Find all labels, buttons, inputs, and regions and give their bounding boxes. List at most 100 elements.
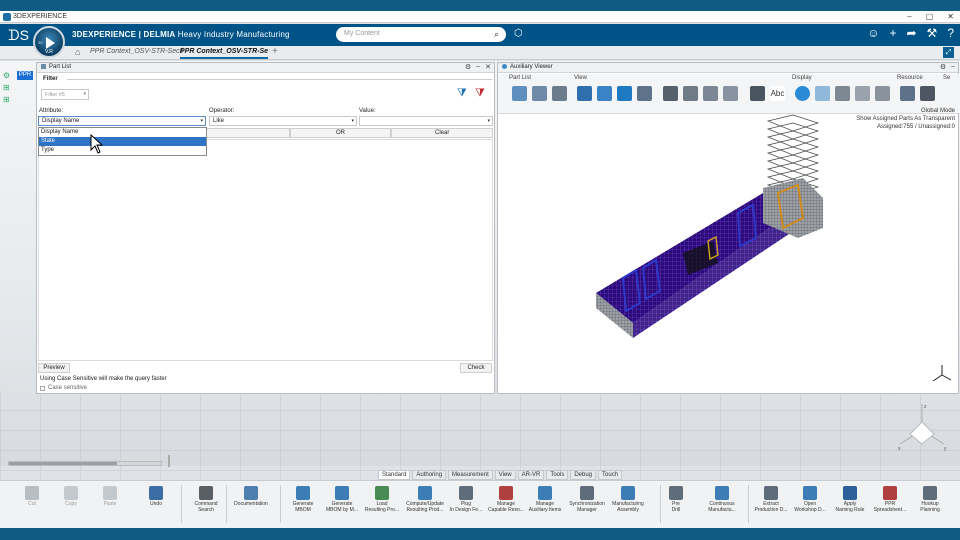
- plug-in-design-button[interactable]: Plug In Design Fe...: [446, 484, 486, 526]
- shading-icon[interactable]: [663, 86, 678, 101]
- value-select[interactable]: ▾: [359, 116, 493, 126]
- open-workshop-document-button[interactable]: Open Workshop D...: [790, 484, 830, 526]
- ppr-spreadsheet-button[interactable]: PPR Spreadsheet...: [870, 484, 910, 526]
- remove-filter-icon[interactable]: ⧩: [475, 87, 490, 102]
- fit-all-icon[interactable]: [577, 86, 592, 101]
- minimize-icon[interactable]: –: [951, 63, 955, 71]
- manage-capable-resources-button[interactable]: Manage Capable Reso...: [486, 484, 526, 526]
- dropdown-option-display-name[interactable]: Display Name: [39, 128, 206, 137]
- help-icon[interactable]: ?: [947, 26, 954, 40]
- swap-icon[interactable]: [703, 86, 718, 101]
- generate-mbom-by-model-button[interactable]: Generate MBOM by M...: [322, 484, 362, 526]
- settings-icon[interactable]: ⚙: [465, 63, 471, 71]
- compass-button[interactable]: 3D V.R: [33, 26, 65, 58]
- command-search-button[interactable]: Command Search: [186, 484, 226, 526]
- preview-button[interactable]: Preview: [38, 363, 70, 373]
- pre-drill-button[interactable]: Pre Drill: [656, 484, 696, 526]
- extract-production-data-button[interactable]: Extract Production D...: [751, 484, 791, 526]
- home-icon[interactable]: ⌂: [75, 47, 80, 57]
- multi-view-icon[interactable]: [723, 86, 738, 101]
- check-button[interactable]: Check: [460, 363, 492, 373]
- user-icon[interactable]: ☺: [867, 26, 879, 40]
- attribute-dropdown-list[interactable]: Display Name State Type: [38, 127, 207, 156]
- minimize-icon[interactable]: –: [476, 63, 480, 71]
- clear-button[interactable]: Clear: [391, 128, 494, 138]
- tree-node-icon[interactable]: ⊞: [3, 83, 15, 94]
- new-tab-icon[interactable]: +: [272, 46, 278, 57]
- search-icon[interactable]: ⌕: [494, 29, 499, 40]
- operator-select[interactable]: Like ▾: [209, 116, 357, 126]
- results-table[interactable]: [38, 139, 493, 361]
- splitter-handle[interactable]: [168, 455, 170, 467]
- specification-tree[interactable]: ⚙ PPR ⊞ ⊞: [0, 68, 36, 118]
- close-button[interactable]: ✕: [947, 11, 954, 23]
- synchronization-manager-button[interactable]: Synchronization Manager: [565, 484, 609, 526]
- wire-display-icon[interactable]: [875, 86, 890, 101]
- tab-ppr-context-2[interactable]: PPR Context_OSV-STR-Se: [180, 48, 269, 59]
- mbom-icon: [296, 486, 310, 500]
- resource-tool-icon[interactable]: [920, 86, 935, 101]
- case-sensitive-checkbox[interactable]: [40, 385, 45, 391]
- undo-button[interactable]: Undo: [136, 484, 176, 526]
- assembly-display-icon[interactable]: [835, 86, 850, 101]
- cube-icon[interactable]: [617, 86, 632, 101]
- tab-view[interactable]: View: [494, 470, 516, 480]
- settings-icon[interactable]: ⚙: [940, 63, 946, 71]
- annotation-icon[interactable]: [750, 86, 765, 101]
- tree-root-icon[interactable]: ⚙: [3, 71, 15, 82]
- select-icon[interactable]: [552, 86, 567, 101]
- documentation-button[interactable]: Documentation: [229, 484, 273, 526]
- load-resulting-product-button[interactable]: Load Resulting Pro...: [362, 484, 402, 526]
- add-icon[interactable]: +: [889, 26, 896, 40]
- globe-icon[interactable]: [795, 86, 810, 101]
- tab-standard[interactable]: Standard: [378, 470, 411, 480]
- hookup-planning-button[interactable]: Hookup Planning: [910, 484, 950, 526]
- compass-cube-icon[interactable]: z x y: [892, 400, 952, 454]
- table-icon[interactable]: [532, 86, 547, 101]
- parts-display-icon[interactable]: [855, 86, 870, 101]
- resource-icon[interactable]: [900, 86, 915, 101]
- tab-ar-vr[interactable]: AR-VR: [517, 470, 545, 480]
- maximize-button[interactable]: ▢: [926, 11, 934, 23]
- text-abc-icon[interactable]: Abc: [770, 86, 785, 101]
- generate-mbom-button[interactable]: Generate MBOM: [283, 484, 323, 526]
- tree-root-label[interactable]: PPR: [17, 71, 33, 80]
- minimize-button[interactable]: –: [907, 11, 911, 23]
- attribute-select[interactable]: Display Name ▾: [38, 116, 206, 126]
- tab-authoring[interactable]: Authoring: [412, 470, 447, 480]
- pan-icon[interactable]: [597, 86, 612, 101]
- ds-logo-icon[interactable]: ᗪS: [8, 27, 29, 44]
- compute-update-button[interactable]: Compute/Update Resulting Prod...: [402, 484, 448, 526]
- tools-icon[interactable]: ⚒: [927, 26, 938, 40]
- search-input[interactable]: My Content ⌕: [336, 27, 506, 42]
- manufacturing-assembly-button[interactable]: Manufacturing Assembly: [606, 484, 650, 526]
- tab-debug[interactable]: Debug: [570, 470, 597, 480]
- paste-button[interactable]: Paste: [90, 484, 130, 526]
- expand-icon[interactable]: ⤢: [943, 47, 954, 58]
- dropdown-option-type[interactable]: Type: [39, 146, 206, 155]
- manage-auxiliary-items-button[interactable]: Manage Auxiliary Items: [525, 484, 565, 526]
- close-icon[interactable]: ✕: [485, 63, 491, 71]
- tag-icon[interactable]: ⬡: [514, 28, 523, 39]
- share-icon[interactable]: ➦: [906, 26, 916, 40]
- hide-show-icon[interactable]: [683, 86, 698, 101]
- tab-measurement[interactable]: Measurement: [448, 470, 493, 480]
- apply-naming-rule-button[interactable]: Apply Naming Rule: [830, 484, 870, 526]
- dropdown-option-state[interactable]: State: [39, 137, 206, 146]
- scrollbar-thumb[interactable]: [9, 462, 117, 465]
- continuous-manufacturing-button[interactable]: Continuous Manufactu...: [700, 484, 744, 526]
- filter-select[interactable]: Filter #5 ▾: [41, 89, 89, 100]
- tree-node-icon[interactable]: ⊞: [3, 95, 15, 106]
- apply-filter-icon[interactable]: ⧩: [457, 87, 472, 102]
- view-orientation-icon[interactable]: [637, 86, 652, 101]
- tab-ppr-context-1[interactable]: PPR Context_OSV-STR-Secti: [90, 48, 183, 55]
- ship-block-3d-model[interactable]: [588, 113, 928, 393]
- or-button[interactable]: OR: [289, 128, 392, 138]
- transparent-display-icon[interactable]: [815, 86, 830, 101]
- part-list-icon[interactable]: [512, 86, 527, 101]
- horizontal-scrollbar[interactable]: [8, 461, 162, 466]
- cut-button[interactable]: Cut: [12, 484, 52, 526]
- tab-tools[interactable]: Tools: [546, 470, 569, 480]
- copy-button[interactable]: Copy: [51, 484, 91, 526]
- tab-touch[interactable]: Touch: [598, 470, 623, 480]
